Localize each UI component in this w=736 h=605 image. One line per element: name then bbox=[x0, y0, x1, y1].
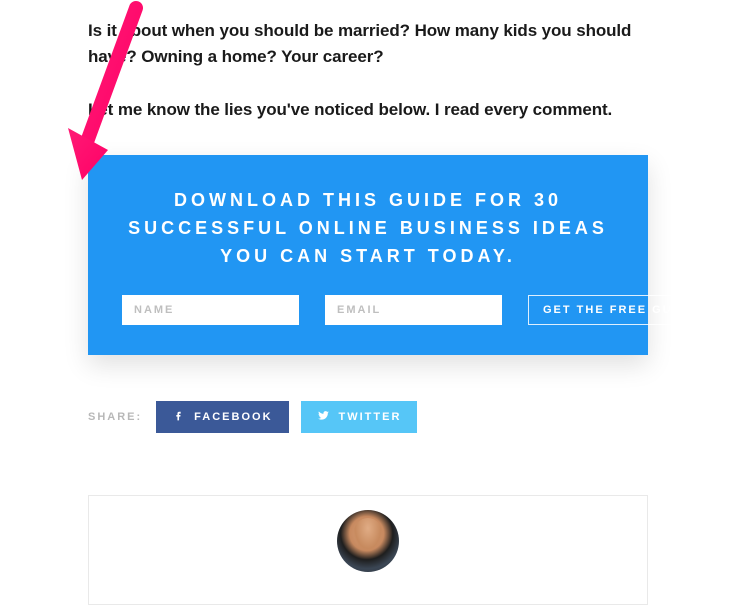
optin-box: DOWNLOAD THIS GUIDE FOR 30 SUCCESSFUL ON… bbox=[88, 155, 648, 355]
share-label: SHARE: bbox=[88, 411, 142, 423]
author-card bbox=[88, 495, 648, 605]
twitter-icon bbox=[317, 409, 330, 425]
name-input[interactable] bbox=[122, 295, 299, 325]
author-avatar bbox=[337, 510, 399, 572]
share-facebook-label: FACEBOOK bbox=[194, 411, 272, 423]
share-facebook-button[interactable]: FACEBOOK bbox=[156, 401, 288, 433]
article-paragraph: Let me know the lies you've noticed belo… bbox=[88, 97, 648, 123]
facebook-icon bbox=[172, 409, 185, 425]
article-paragraph: Is it about when you should be married? … bbox=[88, 18, 648, 71]
optin-form: GET THE FREE GUIDE! bbox=[122, 295, 614, 325]
share-twitter-button[interactable]: TWITTER bbox=[301, 401, 418, 433]
share-row: SHARE: FACEBOOK TWITTER bbox=[88, 401, 648, 433]
share-twitter-label: TWITTER bbox=[339, 411, 402, 423]
optin-headline: DOWNLOAD THIS GUIDE FOR 30 SUCCESSFUL ON… bbox=[122, 187, 614, 271]
email-input[interactable] bbox=[325, 295, 502, 325]
get-guide-button[interactable]: GET THE FREE GUIDE! bbox=[528, 295, 718, 325]
